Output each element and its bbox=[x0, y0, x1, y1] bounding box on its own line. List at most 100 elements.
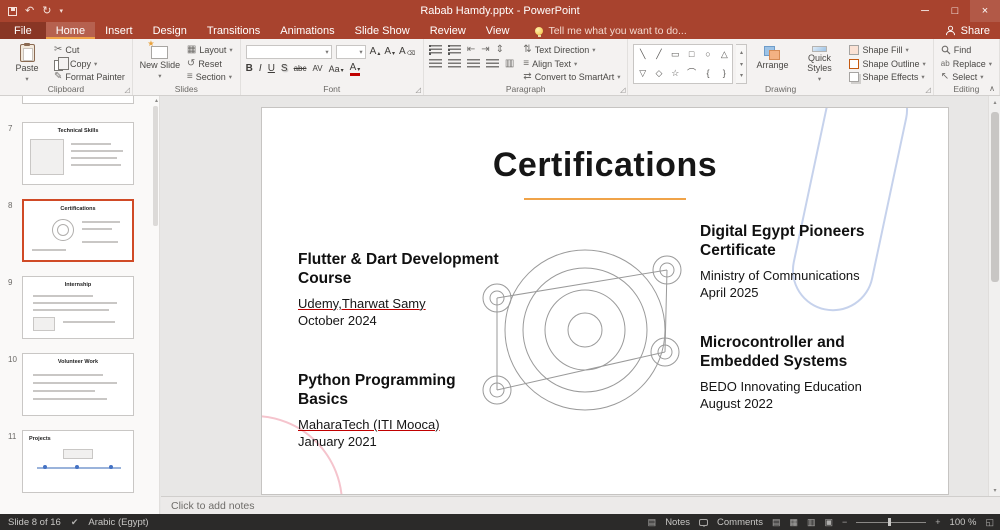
shape-fill-button[interactable]: Shape Fill ▾ bbox=[847, 44, 927, 56]
new-slide-button[interactable]: New Slide ▾ bbox=[138, 40, 182, 83]
zoom-level[interactable]: 100 % bbox=[950, 517, 977, 528]
qat-customize-icon[interactable]: ▾ bbox=[59, 8, 63, 15]
replace-dropdown-icon[interactable]: ▾ bbox=[989, 60, 992, 68]
maximize-button[interactable]: □ bbox=[940, 0, 970, 22]
tab-home[interactable]: Home bbox=[45, 22, 96, 39]
select-dropdown-icon[interactable]: ▾ bbox=[980, 73, 983, 81]
smartart-dropdown-icon[interactable]: ▾ bbox=[617, 73, 620, 81]
underline-button[interactable]: U bbox=[268, 64, 275, 74]
quick-styles-button[interactable]: Quick Styles ▾ bbox=[797, 41, 841, 83]
tab-insert[interactable]: Insert bbox=[95, 22, 143, 39]
shape-triangle-icon[interactable]: △ bbox=[721, 50, 728, 59]
align-text-button[interactable]: ≡ Align Text ▾ bbox=[521, 58, 622, 70]
shape-rectangle-icon[interactable]: ▭ bbox=[671, 50, 680, 59]
shape-effects-button[interactable]: Shape Effects ▾ bbox=[847, 71, 927, 83]
thumbnail-slide-8-selected[interactable]: Certifications bbox=[22, 199, 134, 262]
notes-toggle-button[interactable]: Notes bbox=[665, 517, 690, 528]
copy-dropdown-icon[interactable]: ▾ bbox=[94, 60, 97, 68]
new-slide-dropdown-icon[interactable]: ▾ bbox=[158, 73, 161, 80]
shape-star-icon[interactable]: ☆ bbox=[671, 69, 679, 78]
tab-transitions[interactable]: Transitions bbox=[197, 22, 270, 39]
line-spacing-icon[interactable]: ⇕ bbox=[496, 45, 504, 55]
quick-styles-dropdown-icon[interactable]: ▾ bbox=[818, 76, 821, 83]
align-text-dropdown-icon[interactable]: ▾ bbox=[574, 60, 577, 68]
certifications-right-column[interactable]: Digital Egypt Pioneers Certificate Minis… bbox=[700, 222, 912, 444]
columns-icon[interactable]: ▥ bbox=[505, 59, 514, 69]
italic-button[interactable]: I bbox=[259, 64, 262, 74]
shape-line-icon[interactable]: ╲ bbox=[640, 50, 645, 59]
zoom-out-icon[interactable]: − bbox=[842, 517, 847, 527]
tab-file[interactable]: File bbox=[0, 22, 46, 39]
drawing-dialog-launcher-icon[interactable]: ◿ bbox=[925, 87, 930, 94]
text-direction-dropdown-icon[interactable]: ▾ bbox=[592, 46, 595, 54]
align-left-icon[interactable] bbox=[428, 59, 442, 69]
paste-button[interactable]: Paste ▾ bbox=[5, 41, 49, 83]
shape-outline-button[interactable]: Shape Outline ▾ bbox=[847, 58, 927, 70]
shape-diamond-icon[interactable]: ◇ bbox=[656, 69, 663, 78]
tab-design[interactable]: Design bbox=[143, 22, 197, 39]
layout-button[interactable]: ▦ Layout ▾ bbox=[185, 44, 235, 56]
fit-to-window-icon[interactable]: ◱ bbox=[985, 517, 994, 528]
certification-org-link[interactable]: Udemy,Tharwat Samy bbox=[298, 295, 516, 312]
copy-button[interactable]: Copy ▾ bbox=[52, 57, 127, 71]
font-color-button[interactable]: A ▾ bbox=[349, 63, 360, 76]
slideshow-view-icon[interactable]: ▣ bbox=[825, 517, 834, 528]
change-case-button[interactable]: Aa ▾ bbox=[329, 64, 344, 74]
select-button[interactable]: ↖ Select ▾ bbox=[939, 71, 994, 83]
tell-me-box[interactable]: Tell me what you want to do... bbox=[535, 22, 687, 39]
shape-fill-dropdown-icon[interactable]: ▾ bbox=[906, 46, 909, 54]
font-size-combobox[interactable]: ▾ bbox=[335, 45, 366, 59]
undo-icon[interactable]: ↶ bbox=[25, 5, 34, 17]
shape-brace-left-icon[interactable]: { bbox=[706, 69, 709, 78]
zoom-in-icon[interactable]: + bbox=[935, 517, 940, 527]
align-right-icon[interactable] bbox=[466, 59, 480, 69]
decrease-indent-icon[interactable]: ⇤ bbox=[467, 45, 475, 55]
panel-scroll-up-icon[interactable]: ▴ bbox=[155, 97, 158, 104]
proofing-icon[interactable]: ✔ bbox=[71, 517, 79, 528]
shape-outline-dropdown-icon[interactable]: ▾ bbox=[923, 60, 926, 68]
format-painter-button[interactable]: ✎ Format Painter bbox=[52, 72, 127, 84]
gallery-down-icon[interactable]: ▾ bbox=[740, 61, 743, 68]
tab-review[interactable]: Review bbox=[420, 22, 476, 39]
clipboard-dialog-launcher-icon[interactable]: ◿ bbox=[125, 87, 130, 94]
gallery-up-icon[interactable]: ▴ bbox=[740, 49, 743, 56]
shrink-font-button[interactable]: A ▾ bbox=[384, 47, 395, 58]
panel-scrollbar[interactable] bbox=[153, 106, 158, 226]
font-dialog-launcher-icon[interactable]: ◿ bbox=[415, 87, 420, 94]
share-button[interactable]: Share bbox=[945, 22, 990, 39]
shape-brace-right-icon[interactable]: } bbox=[723, 69, 726, 78]
replace-button[interactable]: ab Replace ▾ bbox=[939, 58, 994, 70]
section-dropdown-icon[interactable]: ▾ bbox=[229, 73, 232, 81]
font-name-combobox[interactable]: ▾ bbox=[245, 45, 332, 59]
tab-slideshow[interactable]: Slide Show bbox=[345, 22, 420, 39]
thumbnail-slide-7[interactable]: Technical Skills bbox=[22, 122, 134, 185]
slide-canvas[interactable]: Certifications Flutter & Dart Developmen… bbox=[262, 108, 948, 494]
collapse-ribbon-icon[interactable]: ∧ bbox=[989, 84, 995, 93]
find-button[interactable]: Find bbox=[939, 44, 994, 56]
paragraph-dialog-launcher-icon[interactable]: ◿ bbox=[620, 87, 625, 94]
scroll-down-icon[interactable]: ▾ bbox=[989, 484, 1000, 496]
thumbnail-slide-10[interactable]: Volunteer Work bbox=[22, 353, 134, 416]
increase-indent-icon[interactable]: ⇥ bbox=[481, 45, 489, 55]
vertical-scrollbar[interactable]: ▴ ▾ bbox=[988, 96, 1000, 496]
convert-smartart-button[interactable]: ⇄ Convert to SmartArt ▾ bbox=[521, 71, 622, 83]
gallery-more-icon[interactable]: ▾ bbox=[740, 72, 743, 79]
text-shadow-button[interactable]: S bbox=[281, 64, 288, 74]
bold-button[interactable]: B bbox=[246, 64, 253, 74]
bullets-icon[interactable] bbox=[428, 45, 442, 55]
thumbnail-slide-9[interactable]: Internship bbox=[22, 276, 134, 339]
justify-icon[interactable] bbox=[485, 59, 499, 69]
notes-pane[interactable]: Click to add notes bbox=[161, 496, 1000, 514]
scrollbar-thumb[interactable] bbox=[991, 112, 999, 282]
numbering-icon[interactable] bbox=[447, 45, 461, 55]
normal-view-icon[interactable]: ▤ bbox=[772, 517, 781, 528]
thumbnail-slide-11[interactable]: Projects bbox=[22, 430, 134, 493]
comments-toggle-button[interactable]: Comments bbox=[717, 517, 763, 528]
align-center-icon[interactable] bbox=[447, 59, 461, 69]
text-direction-button[interactable]: ⇅ Text Direction ▾ bbox=[521, 44, 622, 56]
layout-dropdown-icon[interactable]: ▾ bbox=[229, 46, 232, 54]
thumbnail-partial[interactable] bbox=[22, 96, 134, 104]
strikethrough-button[interactable]: abc bbox=[294, 65, 307, 73]
scroll-up-icon[interactable]: ▴ bbox=[989, 96, 1000, 108]
grow-font-button[interactable]: A ▴ bbox=[370, 47, 381, 58]
